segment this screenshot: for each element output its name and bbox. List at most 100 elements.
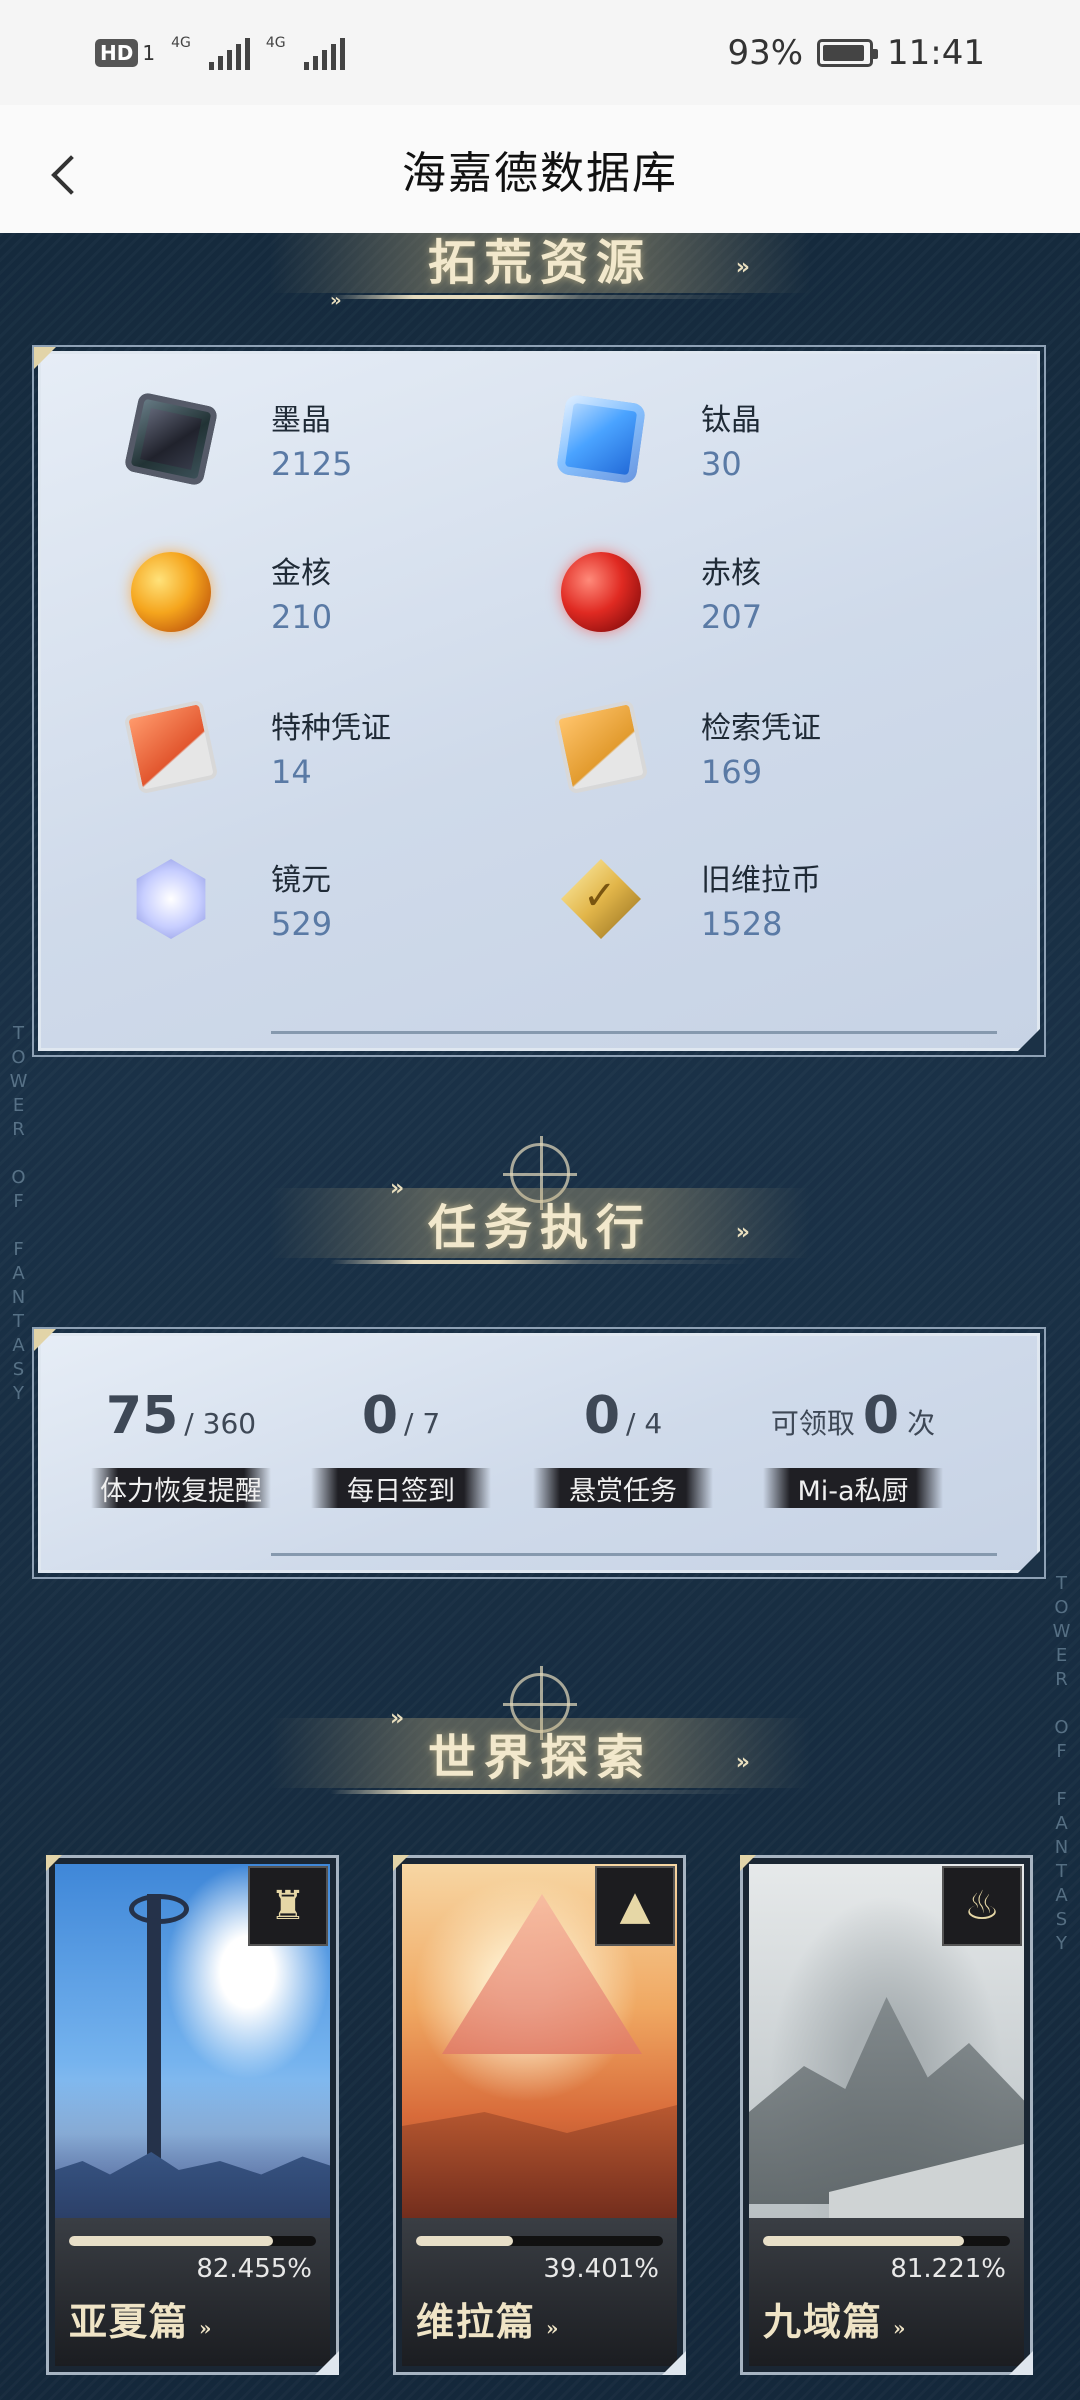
resource-name: 墨晶	[271, 403, 331, 438]
panel-corner-decor	[1014, 1025, 1044, 1055]
resource-name: 检索凭证	[701, 711, 821, 746]
world-name: 维拉篇	[416, 2299, 537, 2344]
resource-name: 旧维拉币	[701, 863, 821, 898]
signal-icon-2	[303, 36, 345, 70]
task-stamina[interactable]: 75 / 360 体力恢复提醒	[71, 1336, 291, 1576]
task-suffix: 次	[907, 1407, 936, 1440]
pyramid-emblem-icon: ▲	[595, 1866, 675, 1946]
tasks-panel: 75 / 360 体力恢复提醒 0 / 7 每日签到 0 / 4 悬赏任务 可领…	[32, 1327, 1046, 1579]
resource-value: 1528	[701, 905, 783, 943]
resource-item: 钛晶 30	[555, 384, 981, 494]
battery-fill	[823, 44, 864, 61]
status-right: 93% 11:41	[727, 33, 985, 73]
panel-bottom-line	[271, 1031, 997, 1034]
world-card-vera[interactable]: ▲ 39.401% 维拉篇 »	[393, 1855, 686, 2375]
resource-item: 墨晶 2125	[123, 384, 551, 494]
city-skyline	[55, 2152, 330, 2224]
panel-corner-decor	[34, 347, 56, 369]
progress-fill	[69, 2236, 273, 2246]
section-header-resources: » 拓荒资源 »	[270, 233, 810, 313]
tower-spire	[129, 1894, 189, 2194]
gold-core-orb-icon	[131, 552, 211, 632]
double-arrow-icon: »	[330, 290, 342, 311]
double-arrow-icon: »	[893, 2316, 908, 2340]
double-arrow-icon: »	[735, 255, 750, 280]
progress-fill	[416, 2236, 514, 2246]
task-daily-checkin[interactable]: 0 / 7 每日签到	[291, 1336, 511, 1576]
double-arrow-icon: »	[735, 1220, 750, 1245]
section-underline	[330, 295, 750, 299]
resource-item: 镜元 529	[131, 844, 551, 954]
status-left: HD 1 4G 4G	[95, 34, 345, 70]
world-card-title: 维拉篇 »	[416, 2291, 561, 2346]
section-underline	[330, 1790, 750, 1794]
hd-icon: HD	[95, 38, 139, 67]
progress-bar	[69, 2236, 316, 2246]
resource-name: 镜元	[271, 863, 331, 898]
double-arrow-icon: »	[199, 2316, 214, 2340]
world-card-asia[interactable]: ♜ 82.455% 亚夏篇 »	[46, 1855, 339, 2375]
desert-ground	[402, 2105, 677, 2224]
side-decor-text-right: TOWER OF FANTASY	[1051, 1573, 1072, 1957]
task-current: 0	[583, 1386, 621, 1446]
task-total: / 360	[184, 1407, 257, 1440]
section-title-resources: 拓荒资源	[427, 235, 652, 291]
app-header: 海嘉德数据库	[0, 105, 1080, 233]
tower-emblem-icon: ♜	[248, 1866, 328, 1946]
status-bar: HD 1 4G 4G 93% 11:41	[0, 0, 1080, 105]
resource-item: 旧维拉币 1528	[561, 844, 981, 954]
resource-value: 14	[271, 753, 312, 791]
red-core-orb-icon	[561, 552, 641, 632]
task-current: 0	[862, 1386, 900, 1446]
task-label: Mi-a私厨	[763, 1468, 943, 1508]
resource-value: 30	[701, 445, 742, 483]
signal-icon	[208, 36, 250, 70]
resource-item: 特种凭证 14	[123, 692, 551, 802]
flame-crown-emblem-icon: ♨	[942, 1866, 1022, 1946]
vera-coin-icon	[561, 859, 641, 939]
double-arrow-icon: »	[546, 2316, 561, 2340]
battery-icon	[817, 38, 879, 67]
network-label-2: 4G	[265, 34, 286, 51]
task-mia-kitchen[interactable]: 可领取 0 次 Mi-a私厨	[733, 1336, 973, 1576]
card-corner-decor	[740, 1855, 756, 1871]
search-voucher-card-icon	[553, 699, 649, 795]
panel-bottom-line	[271, 1553, 997, 1556]
progress-percent: 82.455%	[196, 2254, 312, 2284]
resource-item: 检索凭证 169	[553, 692, 981, 802]
progress-percent: 81.221%	[890, 2254, 1006, 2284]
progress-fill	[763, 2236, 964, 2246]
section-title-tasks: 任务执行	[427, 1200, 652, 1256]
world-card-info: 81.221% 九域篇 »	[749, 2218, 1024, 2366]
sim-number: 1	[142, 40, 156, 65]
resource-value: 210	[271, 598, 333, 636]
mirror-gem-icon	[136, 859, 206, 939]
task-count: 75 / 360	[106, 1386, 256, 1456]
world-card-nine-domains[interactable]: ♨ 81.221% 九域篇 »	[740, 1855, 1033, 2375]
section-header-tasks: » » 任务执行	[270, 1168, 810, 1278]
back-chevron-icon[interactable]	[46, 145, 96, 205]
resource-value: 529	[271, 905, 333, 943]
card-corner-decor	[46, 1855, 62, 1871]
resource-item: 赤核 207	[561, 537, 981, 647]
task-count: 可领取 0 次	[771, 1386, 935, 1456]
task-total: / 4	[626, 1407, 663, 1440]
task-bounty[interactable]: 0 / 4 悬赏任务	[513, 1336, 733, 1576]
world-card-info: 39.401% 维拉篇 »	[402, 2218, 677, 2366]
blue-crystal-cube-icon	[555, 393, 647, 485]
side-decor-text-left: TOWER OF FANTASY	[8, 1023, 29, 1407]
card-corner-decor	[393, 1855, 409, 1871]
task-total: / 7	[404, 1407, 441, 1440]
task-prefix: 可领取	[770, 1407, 855, 1440]
world-card-title: 九域篇 »	[763, 2291, 908, 2346]
resource-name: 特种凭证	[271, 711, 391, 746]
double-arrow-icon: »	[390, 1176, 405, 1201]
resource-value: 169	[701, 753, 763, 791]
clock: 11:41	[887, 32, 985, 73]
page-title: 海嘉德数据库	[402, 148, 678, 199]
resource-name: 赤核	[701, 556, 761, 591]
resources-panel: 墨晶 2125 钛晶 30 金核 210 赤核 207 特种凭证 14 检索凭证 169 镜…	[32, 345, 1046, 1057]
resource-value: 2125	[271, 445, 353, 483]
world-card-title: 亚夏篇 »	[69, 2291, 214, 2346]
double-arrow-icon: »	[735, 1750, 750, 1775]
